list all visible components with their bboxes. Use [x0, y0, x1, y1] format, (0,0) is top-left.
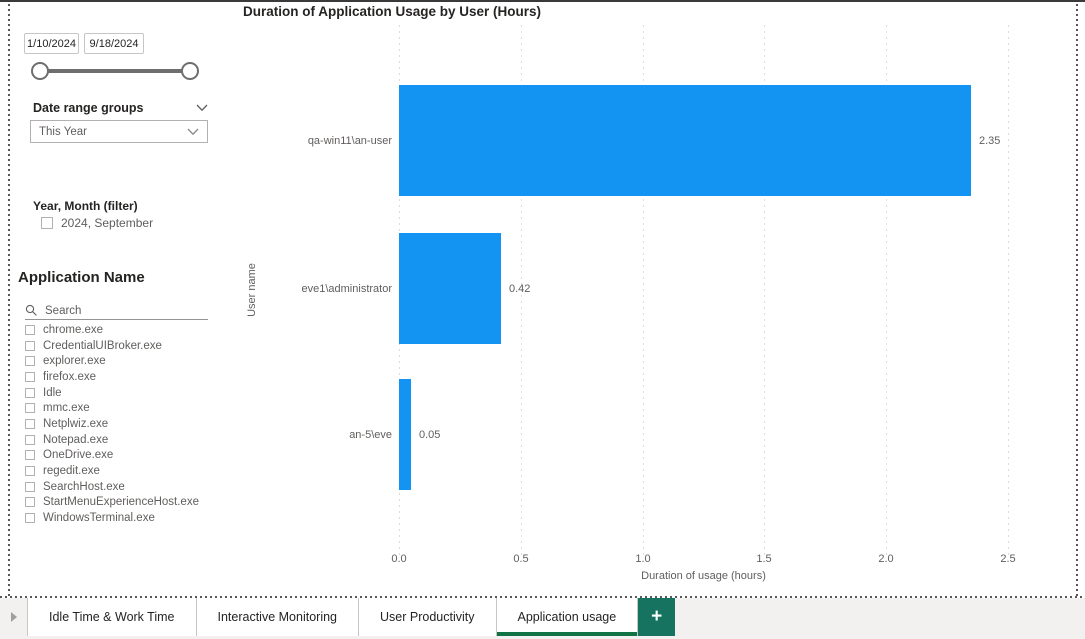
tab-scroll-button[interactable]	[0, 598, 28, 636]
app-filter-row[interactable]: mmc.exe	[25, 400, 215, 416]
app-filter-label: StartMenuExperienceHost.exe	[43, 496, 199, 509]
chevron-down-icon	[187, 128, 199, 136]
tab-strip: Idle Time & Work Time Interactive Monitor…	[28, 598, 639, 639]
app-filter-label: regedit.exe	[43, 465, 100, 478]
application-name-slicer-title: Application Name	[18, 269, 145, 286]
app-filter-label: OneDrive.exe	[43, 449, 114, 462]
tab-label: Interactive Monitoring	[217, 610, 338, 624]
tab-idle-time-work-time[interactable]: Idle Time & Work Time	[28, 598, 197, 636]
chevron-down-icon	[196, 104, 208, 112]
app-filter-row[interactable]: Netplwiz.exe	[25, 416, 215, 432]
app-filter-label: Netplwiz.exe	[43, 417, 109, 430]
checkbox[interactable]	[25, 356, 35, 367]
chart-title: Duration of Application Usage by User (H…	[243, 4, 542, 19]
app-filter-label: CredentialUIBroker.exe	[43, 339, 162, 352]
tab-application-usage[interactable]: Application usage	[496, 598, 639, 636]
app-filter-label: WindowsTerminal.exe	[43, 512, 155, 525]
app-filter-row[interactable]: SearchHost.exe	[25, 479, 215, 495]
bar[interactable]	[399, 379, 411, 490]
checkbox[interactable]	[25, 450, 35, 461]
app-filter-row[interactable]: chrome.exe	[25, 322, 215, 338]
year-month-option-label: 2024, September	[61, 216, 154, 230]
app-filter-row[interactable]: OneDrive.exe	[25, 448, 215, 464]
search-icon	[25, 304, 38, 317]
x-tick-label: 1.5	[756, 553, 772, 565]
app-filter-label: SearchHost.exe	[43, 480, 125, 493]
x-tick-label: 1.0	[635, 553, 651, 565]
active-tab-underline	[496, 632, 638, 636]
checkbox[interactable]	[25, 434, 35, 445]
bar-value-label: 2.35	[979, 135, 1001, 147]
application-search-row	[25, 302, 208, 320]
checkbox[interactable]	[25, 481, 35, 492]
x-axis-title: Duration of usage (hours)	[641, 570, 766, 582]
app-filter-row[interactable]: WindowsTerminal.exe	[25, 510, 215, 526]
date-start-input[interactable]	[24, 33, 79, 54]
grid-line	[1008, 25, 1009, 555]
year-month-option-row[interactable]: 2024, September	[41, 216, 153, 230]
checkbox[interactable]	[25, 466, 35, 477]
bar-value-label: 0.42	[509, 283, 531, 295]
x-tick-label: 0.0	[391, 553, 407, 565]
bar[interactable]	[399, 233, 501, 344]
app-filter-row[interactable]: StartMenuExperienceHost.exe	[25, 495, 215, 511]
canvas-left-dotted-border	[8, 4, 10, 596]
tab-label: Application usage	[517, 610, 617, 624]
date-end-input[interactable]	[84, 33, 144, 54]
canvas-right-dotted-border	[1076, 4, 1078, 596]
date-range-groups-label: Date range groups	[33, 101, 144, 115]
app-filter-label: chrome.exe	[43, 323, 104, 336]
new-page-button[interactable]: +	[638, 598, 676, 636]
y-axis-title: User name	[246, 263, 258, 317]
tab-label: User Productivity	[380, 610, 475, 624]
checkbox[interactable]	[25, 403, 35, 414]
report-canvas: Date range groups This Year Year, Month …	[0, 0, 1085, 598]
chevron-right-icon	[10, 612, 17, 622]
tab-label: Idle Time & Work Time	[49, 610, 175, 624]
app-filter-label: explorer.exe	[43, 355, 106, 368]
checkbox[interactable]	[41, 217, 53, 229]
app-filter-row[interactable]: Idle	[25, 385, 215, 401]
bar[interactable]	[399, 85, 971, 196]
date-range-groups-dropdown[interactable]: This Year	[30, 120, 208, 143]
dropdown-selected-value: This Year	[39, 125, 87, 138]
app-filter-row[interactable]: regedit.exe	[25, 463, 215, 479]
app-filter-row[interactable]: firefox.exe	[25, 369, 215, 385]
app-filter-row[interactable]: CredentialUIBroker.exe	[25, 338, 215, 354]
checkbox[interactable]	[25, 497, 35, 508]
application-filter-list: chrome.exe CredentialUIBroker.exe explorer…	[25, 322, 215, 526]
date-range-groups-header[interactable]: Date range groups	[33, 101, 208, 115]
bar-category-label: eve1\administrator	[301, 283, 393, 295]
application-search-input[interactable]	[45, 304, 195, 317]
checkbox[interactable]	[25, 513, 35, 524]
tab-interactive-monitoring[interactable]: Interactive Monitoring	[196, 598, 360, 636]
app-filter-label: firefox.exe	[43, 370, 97, 383]
app-filter-label: Notepad.exe	[43, 433, 109, 446]
plus-icon: +	[651, 606, 663, 627]
canvas-top-border	[0, 0, 1085, 2]
x-tick-label: 2.5	[1000, 553, 1016, 565]
x-tick-label: 2.0	[878, 553, 894, 565]
app-filter-label: mmc.exe	[43, 402, 90, 415]
bar-category-label: an-5\eve	[349, 429, 392, 441]
tab-user-productivity[interactable]: User Productivity	[359, 598, 497, 636]
date-range-slider-handle-end[interactable]	[181, 62, 199, 80]
page-tab-bar: Idle Time & Work Time Interactive Monitor…	[0, 598, 1085, 639]
bar-value-label: 0.05	[419, 429, 441, 441]
checkbox[interactable]	[25, 340, 35, 351]
date-range-slider-handle-start[interactable]	[31, 62, 49, 80]
checkbox[interactable]	[25, 387, 35, 398]
checkbox[interactable]	[25, 324, 35, 335]
checkbox[interactable]	[25, 418, 35, 429]
app-filter-label: Idle	[43, 386, 62, 399]
app-filter-row[interactable]: explorer.exe	[25, 353, 215, 369]
year-month-filter-label: Year, Month (filter)	[33, 199, 138, 213]
checkbox[interactable]	[25, 371, 35, 382]
date-range-slider-track	[40, 69, 190, 73]
app-filter-row[interactable]: Notepad.exe	[25, 432, 215, 448]
bar-category-label: qa-win11\an-user	[307, 135, 392, 147]
x-tick-label: 0.5	[513, 553, 529, 565]
